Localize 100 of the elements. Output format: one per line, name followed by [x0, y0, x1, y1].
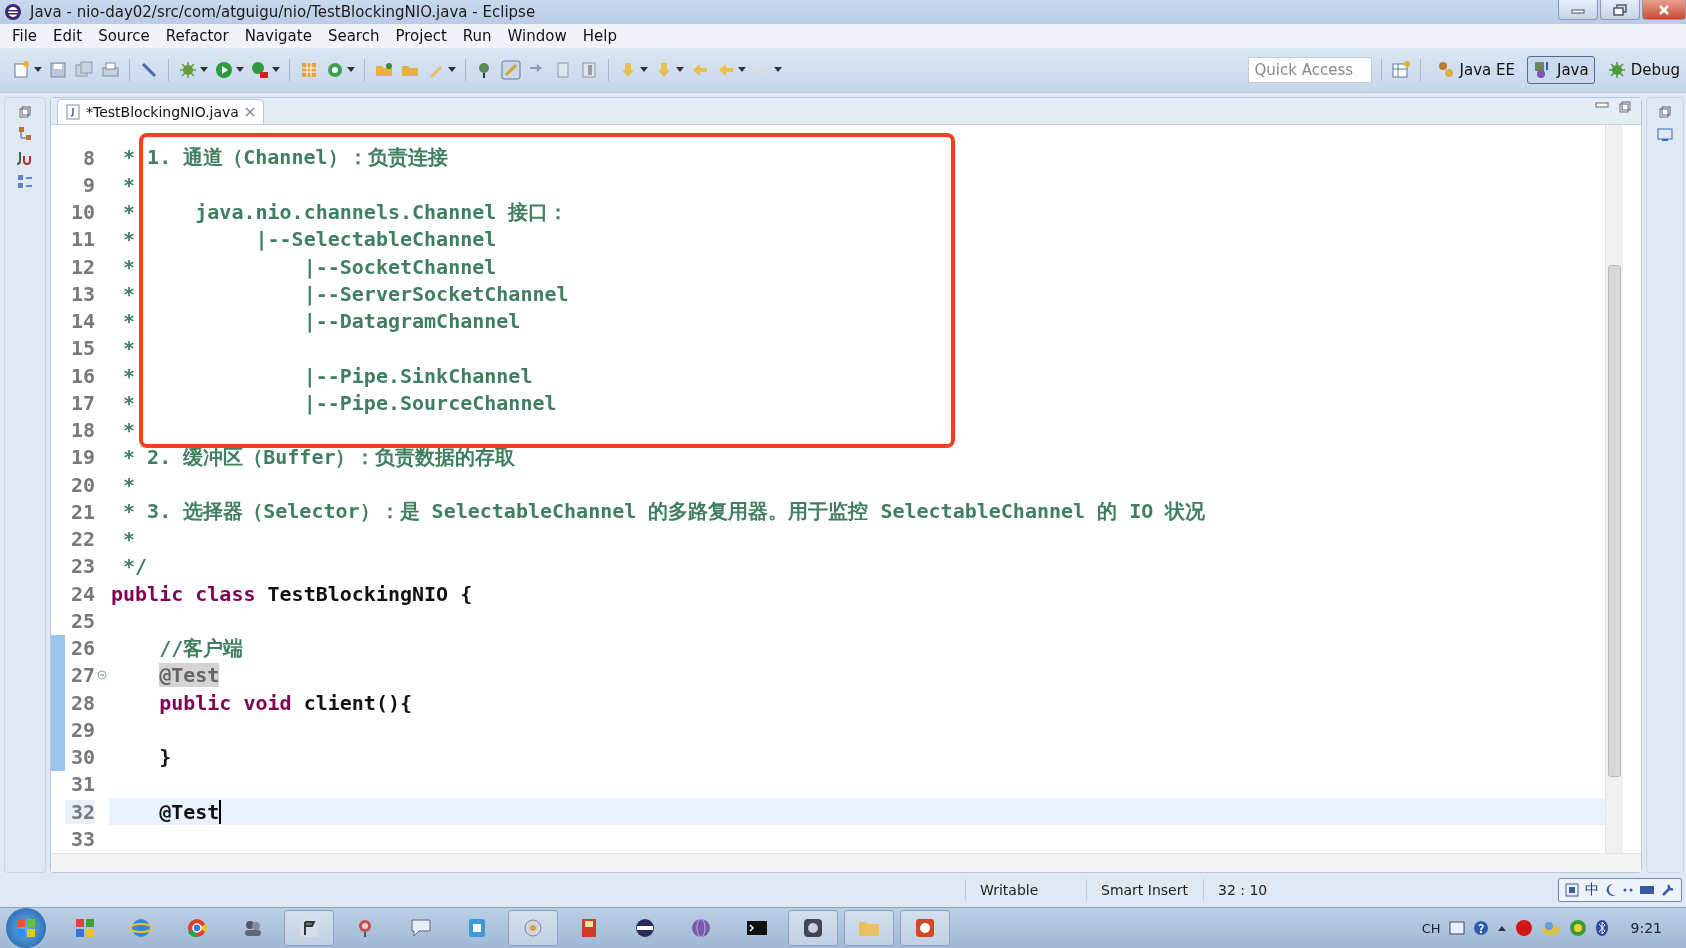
open-perspective-icon[interactable]	[1390, 60, 1411, 80]
maximize-icon[interactable]	[1619, 101, 1631, 113]
eclipse-logo-icon	[4, 3, 22, 21]
line-number: 17	[69, 390, 95, 415]
restore-icon	[1613, 3, 1627, 16]
code-comment: *	[122, 472, 136, 497]
menu-item[interactable]: Navigate	[236, 25, 320, 47]
code-comment: //客户端	[158, 634, 244, 662]
perspective-button[interactable]: Java EE	[1429, 56, 1521, 84]
up-caret-icon[interactable]	[1496, 924, 1507, 932]
hierarchy-icon[interactable]	[18, 126, 32, 142]
taskbar-button[interactable]	[284, 910, 334, 946]
dots-icon[interactable]	[1623, 887, 1633, 893]
taskbar-button[interactable]	[788, 910, 838, 946]
line-number: 11	[69, 227, 95, 252]
horizontal-scrollbar[interactable]	[51, 853, 1641, 872]
save-icon[interactable]	[48, 60, 68, 80]
code-comment: *	[122, 527, 136, 552]
vertical-scrollbar[interactable]	[1605, 125, 1623, 853]
clock-time[interactable]: 9:21	[1630, 920, 1662, 936]
globe-icon	[129, 916, 153, 940]
close-button[interactable]	[1642, 0, 1686, 20]
perspective-button[interactable]: Java	[1526, 56, 1595, 84]
wrench-icon[interactable]	[1661, 883, 1675, 897]
language-indicator[interactable]: CH	[1421, 920, 1441, 936]
monitor-icon[interactable]	[1657, 128, 1673, 142]
code-comment: * |--ServerSocketChannel	[122, 281, 569, 306]
menu-item[interactable]: Refactor	[157, 25, 237, 47]
dropdown-caret-icon[interactable]	[347, 67, 355, 73]
moon-icon[interactable]	[1605, 883, 1617, 897]
menu-item[interactable]: Edit	[45, 25, 91, 47]
print-icon[interactable]	[100, 60, 120, 80]
menu-item[interactable]: Source	[90, 25, 158, 47]
windows-logo-icon	[16, 918, 36, 938]
bluetooth-icon[interactable]	[1594, 919, 1609, 937]
line-number: 25	[69, 608, 95, 633]
dropdown-caret-icon[interactable]	[272, 67, 280, 73]
code-comment: * java.nio.channels.Channel 接口：	[122, 198, 569, 226]
menu-item[interactable]: Window	[499, 25, 575, 47]
code-comment: * 3. 选择器（Selector）：是 SelectableChannel 的多路复用器。用于监控 SelectableChannel 的 IO 状况	[122, 498, 1206, 526]
dropdown-caret-icon[interactable]	[676, 67, 684, 73]
menu-item[interactable]: File	[4, 25, 46, 47]
line-number: 14	[69, 309, 95, 334]
line-number: 26	[69, 636, 95, 661]
code-line: @Test	[158, 799, 220, 824]
keyboard-icon[interactable]	[1448, 920, 1465, 936]
code-comment: * 1. 通道（Channel）：负责连接	[122, 144, 448, 172]
menu-item[interactable]: Search	[319, 25, 388, 47]
dropdown-caret-icon[interactable]	[34, 67, 42, 73]
slides-icon	[913, 916, 937, 940]
dropdown-caret-icon[interactable]	[774, 67, 782, 73]
ime-mode[interactable]: 中	[1585, 881, 1599, 899]
code-comment: *	[122, 418, 136, 443]
menu-item[interactable]: Project	[387, 25, 455, 47]
line-number: 19	[69, 445, 95, 470]
line-number: 10	[69, 200, 95, 225]
help-icon[interactable]	[1472, 920, 1489, 936]
brush-icon[interactable]	[501, 60, 521, 80]
dropdown-caret-icon[interactable]	[738, 67, 746, 73]
code-line: public void client(){	[158, 690, 413, 715]
line-number: 12	[69, 254, 95, 279]
menu-item[interactable]: Run	[454, 25, 500, 47]
line-number: 13	[69, 281, 95, 306]
bug-icon	[1606, 60, 1627, 80]
close-icon[interactable]	[244, 107, 255, 117]
restore-icon[interactable]	[1659, 106, 1671, 118]
restore-icon[interactable]	[19, 106, 31, 118]
run-icon[interactable]	[214, 60, 234, 80]
minimize-button[interactable]	[1558, 0, 1598, 20]
code-line: }	[158, 745, 172, 770]
cursor-position: 32 : 10	[1203, 879, 1312, 901]
save-all-icon[interactable]	[74, 60, 94, 80]
menu-item[interactable]: Help	[574, 25, 625, 47]
pen-icon[interactable]	[139, 60, 159, 80]
dropdown-caret-icon[interactable]	[200, 67, 208, 73]
junit-icon[interactable]	[16, 150, 34, 166]
camera-icon	[801, 916, 825, 940]
dropdown-caret-icon[interactable]	[448, 67, 456, 73]
keyboard-icon[interactable]	[1639, 885, 1655, 895]
grid-icon[interactable]	[1565, 883, 1579, 897]
perspective-button[interactable]: Debug	[1600, 56, 1686, 84]
fold-icon[interactable]	[97, 670, 107, 681]
restore-button[interactable]	[1600, 0, 1640, 20]
editor-tab[interactable]: *TestBlockingNIO.java	[57, 99, 264, 124]
line-number: 16	[69, 363, 95, 388]
start-button[interactable]	[6, 908, 46, 948]
record-icon[interactable]	[1514, 919, 1533, 937]
outline-icon[interactable]	[17, 174, 33, 190]
pilcrow-icon[interactable]	[579, 60, 599, 80]
code-comment: *	[122, 172, 136, 197]
line-number: 33	[69, 826, 95, 851]
quick-access-field[interactable]: Quick Access	[1247, 57, 1372, 83]
run-stop-icon[interactable]	[250, 60, 270, 80]
dropdown-caret-icon[interactable]	[640, 67, 648, 73]
window-title: Java - nio-day02/src/com/atguigu/nio/TestBlockingNIO.java - Eclipse	[30, 3, 536, 21]
dropdown-caret-icon[interactable]	[236, 67, 244, 73]
ime-toolbar[interactable]: 中	[1558, 878, 1682, 902]
shield-icon[interactable]	[1568, 919, 1587, 937]
sphere-icon	[689, 916, 713, 940]
line-number: 23	[69, 554, 95, 579]
